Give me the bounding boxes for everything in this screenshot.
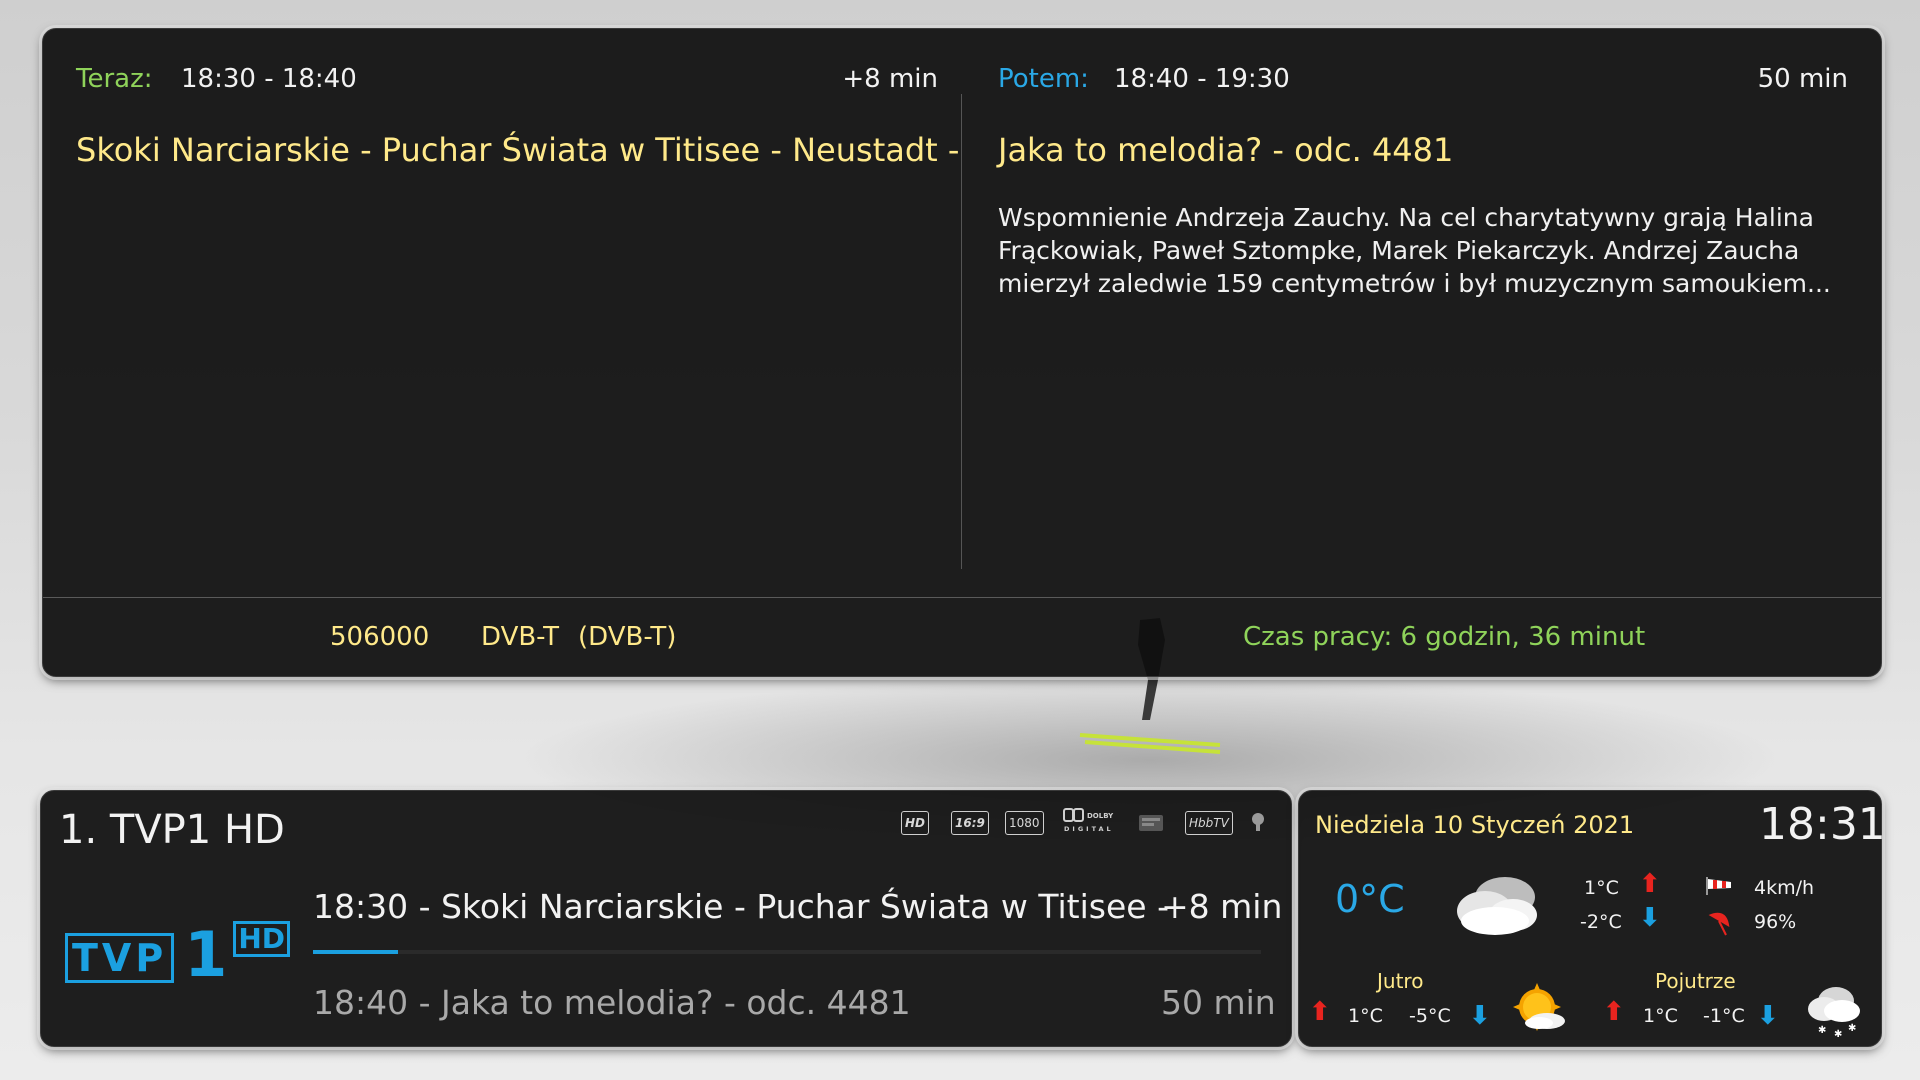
next-duration: 50 min [1757, 64, 1848, 94]
weather-panel: Niedziela 10 Styczeń 2021 18:31 0°C 1°C … [1298, 790, 1886, 1047]
now-remaining: +8 min [842, 64, 938, 94]
current-remaining: +8 min [1161, 887, 1283, 926]
footer-divider [43, 597, 1881, 598]
antenna-icon [1248, 811, 1268, 833]
logo-number: 1 [184, 918, 228, 991]
tuner-system-type: (DVB-T) [578, 622, 677, 652]
logo-hd: HD [233, 921, 291, 957]
next-description: Wspomnienie Andrzeja Zauchy. Na cel char… [998, 203, 1831, 298]
date-label: Niedziela 10 Styczeń 2021 [1315, 811, 1635, 839]
hbbtv-icon: HbbTV [1185, 811, 1233, 835]
epg-info-panel: Teraz: 18:30 - 18:40 +8 min Skoki Narcia… [42, 28, 1882, 677]
temp-low-arrow-icon: ⬇ [1639, 903, 1661, 933]
snow-cloud-icon: ✱ ✱ ✱ [1808, 987, 1860, 1039]
svg-text:✱: ✱ [1818, 1025, 1826, 1036]
next-title: Jaka to melodia? - odc. 4481 [998, 131, 1454, 169]
svg-text:DOLBY: DOLBY [1087, 812, 1114, 820]
dolby-digital-icon: DOLBY DIGITAL [1063, 808, 1121, 833]
day-after-high-arrow-icon: ⬆ [1603, 997, 1625, 1027]
svg-text:✱: ✱ [1834, 1029, 1842, 1039]
hd-icon: HD [901, 811, 930, 835]
day-after-high: 1°C [1643, 1005, 1678, 1027]
umbrella-icon [1708, 912, 1730, 936]
wind-sock-icon [1706, 877, 1731, 895]
tomorrow-low: -5°C [1409, 1005, 1451, 1027]
svg-text:✱: ✱ [1848, 1023, 1856, 1034]
wind-speed: 4km/h [1754, 877, 1815, 899]
tvp-logo-box: TVP [65, 933, 175, 983]
program-progress-bar [313, 950, 1261, 954]
temp-low: -2°C [1580, 911, 1622, 933]
next-program-duration: 50 min [1161, 983, 1276, 1022]
now-time: 18:30 - 18:40 [181, 64, 357, 94]
aspect-16-9-icon: 16:9 [951, 811, 989, 835]
now-label: Teraz: [76, 64, 153, 94]
temp-high: 1°C [1584, 877, 1619, 899]
channel-logo: TVP 1 HD [65, 918, 291, 991]
tuner-frequency: 506000 [330, 622, 430, 652]
program-progress-fill [313, 950, 399, 954]
day-after-low-arrow-icon: ⬇ [1757, 1001, 1779, 1031]
tomorrow-label: Jutro [1377, 969, 1424, 993]
svg-text:DIGITAL: DIGITAL [1064, 825, 1114, 833]
cloudy-icon [1457, 877, 1537, 935]
now-title: Skoki Narciarskie - Puchar Świata w Titi… [76, 131, 960, 169]
temp-high-arrow-icon: ⬆ [1639, 869, 1661, 899]
clock: 18:31 [1759, 799, 1886, 850]
next-program: 18:40 - Jaka to melodia? - odc. 4481 [313, 983, 911, 1022]
tomorrow-high-arrow-icon: ⬆ [1309, 997, 1331, 1027]
next-label: Potem: [998, 64, 1089, 94]
sun-cloud-icon [1513, 983, 1565, 1031]
logo-text: TVP [72, 936, 168, 980]
next-time: 18:40 - 19:30 [1114, 64, 1290, 94]
current-temperature: 0°C [1335, 877, 1405, 921]
current-program: 18:30 - Skoki Narciarskie - Puchar Świat… [313, 887, 1169, 926]
uptime: Czas pracy: 6 godzin, 36 minut [1243, 622, 1646, 652]
tuner-system: DVB-T [481, 622, 560, 652]
teletext-icon [1138, 812, 1164, 834]
channel-name: 1. TVP1 HD [59, 807, 285, 853]
humidity: 96% [1754, 911, 1797, 933]
day-after-low: -1°C [1703, 1005, 1745, 1027]
day-after-label: Pojutrze [1655, 969, 1736, 993]
resolution-1080-icon: 1080 [1005, 811, 1044, 835]
channel-info-bar: 1. TVP1 HD HD 16:9 1080 DOLBY DIGITAL Hb… [40, 790, 1292, 1047]
tomorrow-high: 1°C [1348, 1005, 1383, 1027]
tomorrow-low-arrow-icon: ⬇ [1469, 1001, 1491, 1031]
column-divider [961, 94, 962, 569]
